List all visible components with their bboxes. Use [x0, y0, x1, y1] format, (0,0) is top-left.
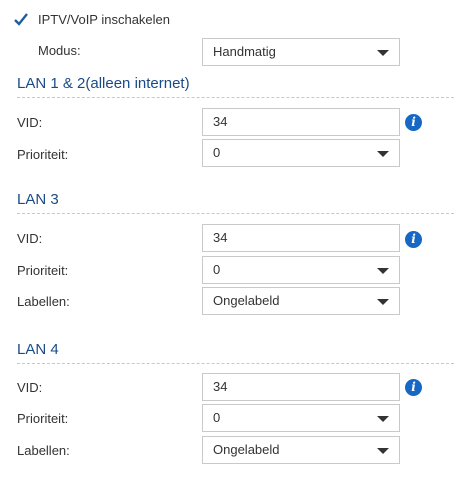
- chevron-down-icon: [377, 50, 389, 56]
- mode-select[interactable]: Handmatig: [202, 38, 400, 66]
- section-title-lan-4: LAN 4: [17, 341, 59, 358]
- priority-label: Prioriteit:: [17, 263, 69, 278]
- lan3-vid-input[interactable]: 34: [202, 224, 400, 252]
- vid-label: VID:: [17, 380, 43, 395]
- lan4-vid-input[interactable]: 34: [202, 373, 400, 401]
- chevron-down-icon: [377, 416, 389, 422]
- checkmark-icon: [14, 13, 28, 26]
- tag-label: Labellen:: [17, 443, 70, 458]
- chevron-down-icon: [377, 299, 389, 305]
- section-title-lan-3: LAN 3: [17, 191, 59, 208]
- lan3-vid-value: 34: [213, 230, 228, 245]
- section-divider: [17, 213, 454, 214]
- lan3-priority-value: 0: [213, 262, 221, 277]
- section-divider: [17, 97, 454, 98]
- lan3-priority-select[interactable]: 0: [202, 256, 400, 284]
- lan3-tag-select[interactable]: Ongelabeld: [202, 287, 400, 315]
- lan4-tag-select[interactable]: Ongelabeld: [202, 436, 400, 464]
- priority-label: Prioriteit:: [17, 411, 69, 426]
- lan4-tag-value: Ongelabeld: [213, 442, 280, 457]
- lan4-vid-value: 34: [213, 379, 228, 394]
- lan4-priority-value: 0: [213, 410, 221, 425]
- vid-label: VID:: [17, 115, 43, 130]
- info-icon[interactable]: i: [405, 114, 422, 131]
- lan3-tag-value: Ongelabeld: [213, 293, 280, 308]
- lan12-vid-value: 34: [213, 114, 228, 129]
- info-icon[interactable]: i: [405, 379, 422, 396]
- lan4-priority-select[interactable]: 0: [202, 404, 400, 432]
- mode-label: Modus:: [38, 43, 81, 58]
- priority-label: Prioriteit:: [17, 147, 69, 162]
- iptv-checkbox[interactable]: [13, 12, 28, 26]
- chevron-down-icon: [377, 151, 389, 157]
- lan12-vid-input[interactable]: 34: [202, 108, 400, 136]
- lan12-priority-select[interactable]: 0: [202, 139, 400, 167]
- chevron-down-icon: [377, 448, 389, 454]
- lan12-priority-value: 0: [213, 145, 221, 160]
- section-divider: [17, 363, 454, 364]
- section-title-lan-1-2: LAN 1 & 2(alleen internet): [17, 75, 190, 92]
- info-icon[interactable]: i: [405, 231, 422, 248]
- chevron-down-icon: [377, 268, 389, 274]
- vid-label: VID:: [17, 231, 43, 246]
- tag-label: Labellen:: [17, 294, 70, 309]
- iptv-checkbox-label[interactable]: IPTV/VoIP inschakelen: [38, 12, 170, 27]
- mode-select-value: Handmatig: [213, 44, 276, 59]
